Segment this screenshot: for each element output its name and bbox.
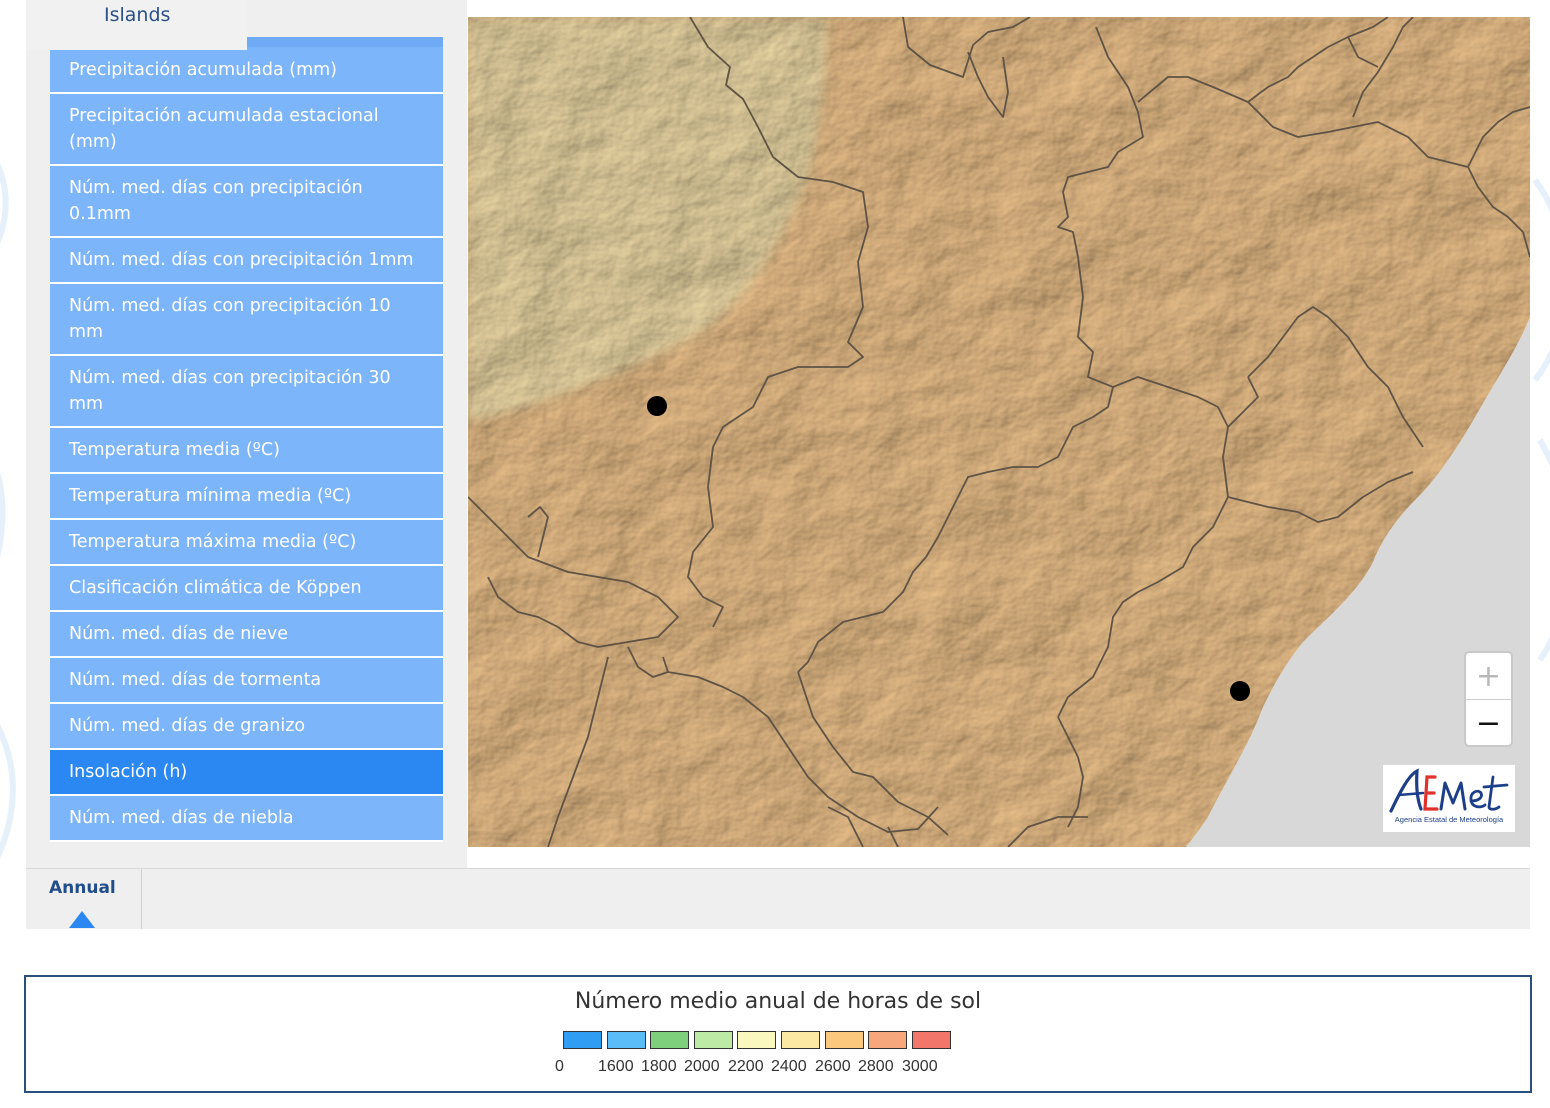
menu-item-label: Temperatura mínima media (ºC) [69,486,352,506]
menu-item-label: Núm. med. días con precipitación 1mm [69,250,414,270]
menu-item[interactable]: Precipitación acumulada estacional (mm) [50,94,443,166]
tab-annual[interactable]: Annual [26,869,142,929]
menu-item-label: Núm. med. días con precipitación 10 mm [69,296,391,342]
menu-item-label: Núm. med. días con precipitación 30 mm [69,368,391,414]
menu-item-label: Clasificación climática de Köppen [69,578,362,598]
menu-item-label: Núm. med. días de granizo [69,716,306,736]
legend-label: 1800 [641,1058,677,1075]
menu-item-label: Núm. med. días con precipitación 0.1mm [69,178,363,224]
menu-item[interactable]: Temperatura mínima media (ºC) [50,474,443,520]
menu-item-label: Precipitación acumulada estacional (mm) [69,106,379,152]
menu-item[interactable]: Núm. med. días de granizo [50,704,443,750]
legend-swatch [737,1031,777,1049]
menu-item[interactable]: Precipitación acumulada (mm) [50,47,443,94]
period-tab-bar: Annual [26,868,1530,929]
menu-item[interactable]: Núm. med. días con precipitación 30 mm [50,356,443,428]
menu-item[interactable]: Insolación (h) [50,750,443,796]
legend-label: 2800 [858,1058,894,1075]
legend-swatch [824,1031,864,1049]
aemet-logo: Agencia Estatal de Meteorología [1383,765,1515,832]
map-legend: Número medio anual de horas de sol 0 1600… [24,975,1532,1093]
legend-swatch [650,1031,690,1049]
menu-item-label: Temperatura media (ºC) [69,440,280,460]
zoom-out-button[interactable]: − [1466,700,1511,745]
legend-label: 3000 [902,1058,938,1075]
legend-tick-labels: 0 1600 1800 2000 2200 2400 2600 2800 3000 [26,1058,1530,1080]
tab-islands[interactable]: Islands [26,0,247,50]
legend-title: Número medio anual de horas de sol [574,989,982,1014]
menu-item[interactable]: Temperatura media (ºC) [50,428,443,474]
menu-item[interactable]: Núm. med. días de niebla [50,796,443,842]
legend-swatch [563,1031,602,1049]
menu-item-label: Núm. med. días de niebla [69,808,294,828]
menu-item-label: Insolación (h) [69,762,188,782]
menu-item-label: Precipitación acumulada (mm) [69,59,338,80]
legend-swatch [606,1031,646,1049]
legend-label: 2600 [815,1058,851,1075]
variable-menu: Precipitación acumulada (mm) Precipitació… [50,47,443,842]
legend-swatch [868,1031,908,1049]
menu-item[interactable]: Núm. med. días de nieve [50,612,443,658]
menu-item-label: Núm. med. días de tormenta [69,670,322,690]
legend-label: 2400 [771,1058,807,1075]
menu-item-label: Núm. med. días de nieve [69,624,289,644]
legend-color-scale [563,1031,955,1051]
menu-item[interactable]: Núm. med. días con precipitación 1mm [50,238,443,284]
location-marker[interactable] [1230,681,1250,701]
menu-item[interactable]: Núm. med. días con precipitación 10 mm [50,284,443,356]
active-tab-arrow-icon [69,911,95,928]
aemet-logo-mark [1389,768,1509,813]
location-marker[interactable] [647,396,667,416]
zoom-control: + − [1464,651,1513,747]
legend-label: 2200 [728,1058,764,1075]
menu-item[interactable]: Clasificación climática de Köppen [50,566,443,612]
legend-label: 2000 [684,1058,720,1075]
menu-item[interactable]: Temperatura máxima media (ºC) [50,520,443,566]
legend-label: 1600 [598,1058,634,1075]
map-canvas[interactable] [468,17,1530,847]
legend-label: 0 [555,1058,564,1075]
legend-swatch [693,1031,733,1049]
legend-swatch [911,1031,951,1049]
menu-item-label: Temperatura máxima media (ºC) [69,532,357,552]
menu-item[interactable]: Núm. med. días con precipitación 0.1mm [50,166,443,238]
zoom-in-button[interactable]: + [1466,653,1511,700]
legend-swatch [781,1031,820,1049]
menu-item[interactable]: Núm. med. días de tormenta [50,658,443,704]
tab-annual-label: Annual [49,878,116,898]
aemet-logo-subtext: Agencia Estatal de Meteorología [1394,815,1504,824]
climate-map[interactable] [468,17,1530,847]
